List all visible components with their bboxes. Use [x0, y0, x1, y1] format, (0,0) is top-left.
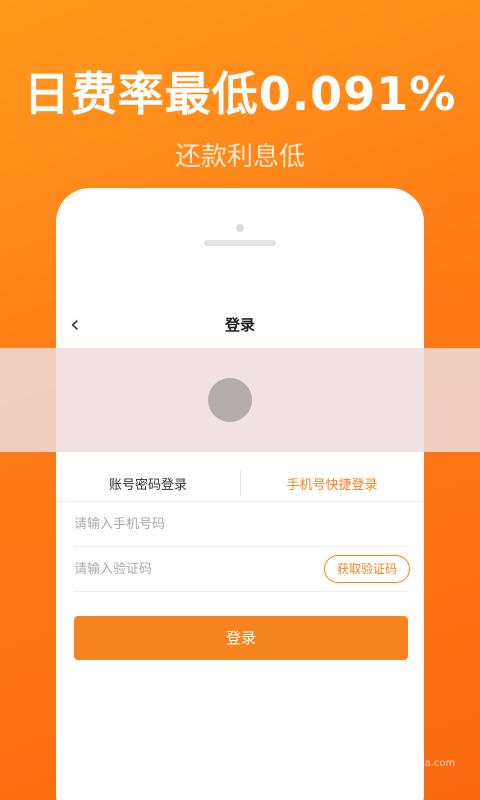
tab-phone-quick[interactable]: 手机号快捷登录	[240, 474, 424, 493]
promo-subline: 还款利息低	[174, 142, 305, 172]
promo-headline: 日费率最低0.091%	[23, 67, 457, 121]
banner-logo	[208, 378, 252, 422]
tab-account-password[interactable]: 账号密码登录	[56, 474, 240, 493]
page-title: 登录	[224, 316, 255, 334]
login-tabs: 账号密码登录 手机号快捷登录	[56, 462, 424, 502]
phone-speaker	[204, 240, 276, 246]
phone-camera-dot	[236, 224, 244, 232]
login-button[interactable]: 登录	[74, 616, 408, 660]
code-input[interactable]	[74, 548, 310, 592]
phone-input[interactable]	[74, 503, 408, 547]
nav-bar: ‹ 登录	[56, 306, 424, 342]
get-code-button[interactable]: 获取验证码	[324, 555, 410, 583]
watermark-url: www.juxia.com	[380, 758, 456, 769]
code-field-underline	[74, 591, 408, 592]
blurred-banner	[0, 348, 480, 452]
